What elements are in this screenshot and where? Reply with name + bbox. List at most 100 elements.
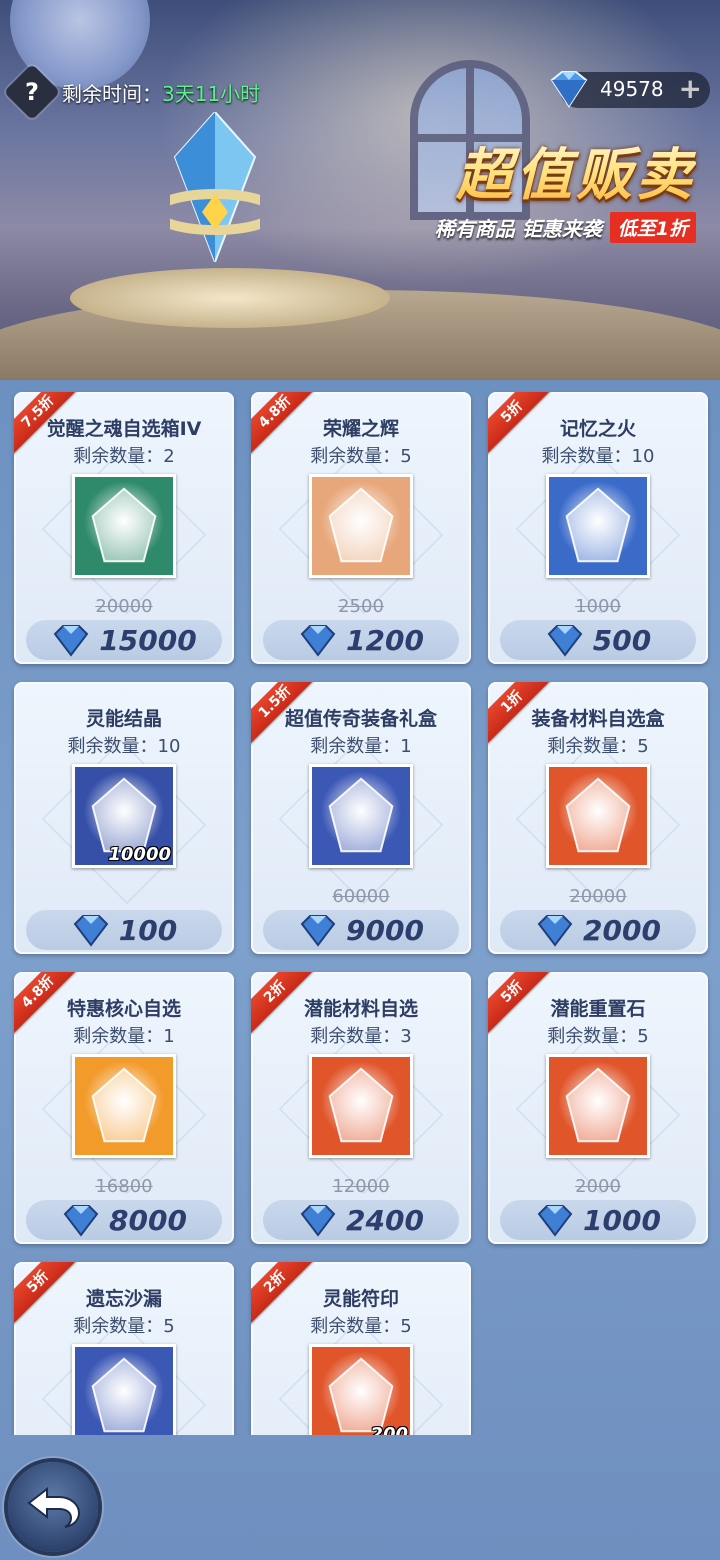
item-price: 1200	[346, 623, 424, 657]
item-name: 潜能重置石	[550, 998, 646, 1020]
pedestal	[70, 268, 390, 328]
subtitle-row: 稀有商品 钜惠来袭 低至1折	[435, 212, 696, 243]
shop-item-card[interactable]: 灵能结晶 剩余数量：10 10000 100	[14, 682, 234, 954]
crystal-shard-icon: 10000	[72, 764, 176, 868]
item-price: 2000	[583, 913, 661, 947]
diamond-icon	[73, 915, 109, 947]
item-remaining: 剩余数量：5	[547, 736, 649, 757]
item-artwork	[328, 777, 394, 853]
item-price: 2400	[346, 1203, 424, 1237]
item-price: 8000	[109, 1203, 187, 1237]
diamond-icon	[537, 915, 573, 947]
time-value: 3天11小时	[162, 81, 261, 106]
item-shape	[91, 1067, 157, 1143]
item-price: 500	[592, 623, 652, 657]
subtitle-text: 稀有商品 钜惠来袭	[434, 217, 602, 241]
material-armor-box-icon	[546, 764, 650, 868]
back-button[interactable]	[8, 1462, 98, 1552]
buy-button[interactable]: 15000	[26, 620, 222, 660]
shop-item-card[interactable]: 7.5折 觉醒之魂自选箱IV 剩余数量：2 20000 15000	[14, 392, 234, 664]
shop-item-card[interactable]: 5折 潜能重置石 剩余数量：5 2000 1000	[488, 972, 708, 1244]
shop-item-card[interactable]: 4.8折 特惠核心自选 剩余数量：1 16800 8000	[14, 972, 234, 1244]
item-name: 荣耀之辉	[322, 418, 399, 440]
item-remaining: 剩余数量：3	[310, 1026, 412, 1047]
help-button[interactable]: ?	[3, 63, 61, 121]
item-name: 灵能符印	[322, 1288, 399, 1310]
diamond-icon	[550, 71, 588, 108]
item-artwork	[565, 777, 631, 853]
original-price: 1000	[575, 596, 621, 617]
glowing-orb-icon	[309, 474, 413, 578]
item-name: 记忆之火	[559, 418, 636, 440]
item-quantity: 200	[370, 1424, 408, 1435]
shop-item-card[interactable]: 4.8折 荣耀之辉 剩余数量：5 2500 1200	[251, 392, 471, 664]
back-arrow-icon	[27, 1486, 81, 1528]
item-artwork	[565, 1067, 631, 1143]
item-remaining: 剩余数量：10	[541, 446, 655, 467]
item-artwork	[91, 487, 157, 563]
treasure-chest-icon	[309, 1054, 413, 1158]
item-name: 潜能材料自选	[303, 998, 418, 1020]
buy-button[interactable]: 2400	[263, 1200, 459, 1240]
item-remaining: 剩余数量：1	[310, 736, 412, 757]
discount-tag: 低至1折	[609, 212, 696, 243]
item-name: 觉醒之魂自选箱IV	[46, 418, 202, 440]
original-price: 16800	[95, 1176, 153, 1197]
buy-button[interactable]: 9000	[263, 910, 459, 950]
buy-button[interactable]: 2000	[500, 910, 696, 950]
item-price: 9000	[346, 913, 424, 947]
original-price: 2500	[338, 596, 384, 617]
original-price: 2000	[575, 1176, 621, 1197]
core-card-icon	[72, 1054, 176, 1158]
add-currency-button[interactable]: +	[679, 74, 702, 104]
item-artwork	[328, 487, 394, 563]
item-artwork	[565, 487, 631, 563]
item-remaining: 剩余数量：5	[310, 1316, 412, 1337]
shop-item-card[interactable]: 1.5折 超值传奇装备礼盒 剩余数量：1 60000 9000	[251, 682, 471, 954]
currency-amount: 49578	[600, 77, 664, 101]
time-label: 剩余时间：	[62, 81, 162, 106]
item-remaining: 剩余数量：5	[310, 446, 412, 467]
item-artwork	[91, 1357, 157, 1433]
shop-item-card[interactable]: 2折 潜能材料自选 剩余数量：3 12000 2400	[251, 972, 471, 1244]
item-remaining: 剩余数量：5	[73, 1316, 175, 1337]
diamond-icon	[537, 1205, 573, 1237]
item-artwork	[328, 1067, 394, 1143]
item-name: 特惠核心自选	[66, 998, 181, 1020]
original-price: 20000	[569, 886, 627, 907]
question-icon: ?	[25, 77, 39, 106]
shop-item-card[interactable]: 1折 装备材料自选盒 剩余数量：5 20000 2000	[488, 682, 708, 954]
item-shape	[91, 1357, 157, 1433]
diamond-icon	[300, 625, 336, 657]
buy-button[interactable]: 100	[26, 910, 222, 950]
item-shape	[328, 487, 394, 563]
item-price: 1000	[583, 1203, 661, 1237]
currency-bar: 49578 +	[550, 71, 710, 108]
item-artwork	[328, 1357, 394, 1433]
timer-bar: ? 剩余时间：3天11小时	[3, 63, 261, 121]
item-quantity: 10000	[108, 844, 171, 865]
item-artwork	[91, 1067, 157, 1143]
item-shape	[565, 777, 631, 853]
rune-seal-icon: 200	[309, 1344, 413, 1435]
shop-item-card[interactable]: 5折 遗忘沙漏 剩余数量：5	[14, 1262, 234, 1435]
buy-button[interactable]: 1200	[263, 620, 459, 660]
diamond-icon	[300, 1205, 336, 1237]
item-name: 装备材料自选盒	[531, 708, 665, 730]
reset-stone-icon	[546, 1054, 650, 1158]
item-shape	[91, 777, 157, 853]
item-price: 15000	[99, 623, 197, 657]
diamond-icon	[547, 625, 583, 657]
buy-button[interactable]: 1000	[500, 1200, 696, 1240]
shop-item-card[interactable]: 5折 记忆之火 剩余数量：10 1000 500	[488, 392, 708, 664]
item-name: 灵能结晶	[85, 708, 162, 730]
original-price: 60000	[332, 886, 390, 907]
diamond-icon	[53, 625, 89, 657]
item-shape	[328, 1357, 394, 1433]
original-price: 20000	[95, 596, 153, 617]
shop-item-card[interactable]: 2折 灵能符印 剩余数量：5 200	[251, 1262, 471, 1435]
buy-button[interactable]: 500	[500, 620, 696, 660]
diamond-icon	[63, 1205, 99, 1237]
buy-button[interactable]: 8000	[26, 1200, 222, 1240]
original-price: 12000	[332, 1176, 390, 1197]
